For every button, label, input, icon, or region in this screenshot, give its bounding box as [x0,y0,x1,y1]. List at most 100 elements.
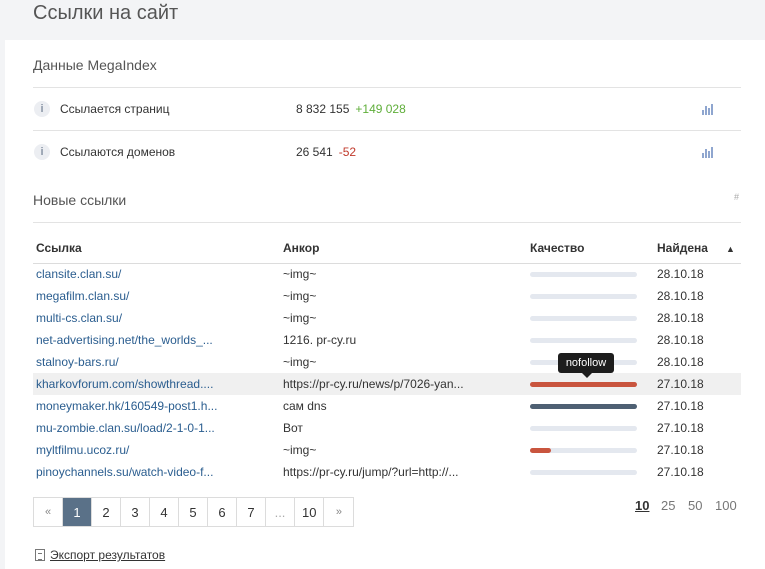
per-page-25[interactable]: 25 [661,498,675,513]
page-title: Ссылки на сайт [33,2,179,24]
link-cell[interactable]: net-advertising.net/the_worlds_... [33,329,280,351]
date-cell: 27.10.18 [654,395,741,417]
link-url[interactable]: multi-cs.clan.su/ [36,311,122,325]
column-header-found[interactable]: Найдена ▲ [654,234,741,264]
date-cell: 28.10.18 [654,351,741,373]
link-url[interactable]: pinoychannels.su/watch-video-f... [36,465,213,479]
table-header-row: Ссылка Анкор Качество Найдена ▲ [33,234,741,264]
file-icon [35,549,45,561]
date-cell: 27.10.18 [654,417,741,439]
per-page-50[interactable]: 50 [688,498,702,513]
quality-bar[interactable] [530,447,637,453]
stat-value: 8 832 155 +149 028 [296,102,406,116]
divider [33,222,741,223]
export-label: Экспорт результатов [50,548,166,562]
page-button[interactable]: 4 [150,498,179,526]
quality-bar[interactable] [530,315,637,321]
date-cell: 27.10.18 [654,373,741,395]
page-button[interactable]: 3 [121,498,150,526]
link-cell[interactable]: myltfilmu.ucoz.ru/ [33,439,280,461]
column-header-quality[interactable]: Качество [527,234,654,264]
link-url[interactable]: net-advertising.net/the_worlds_... [36,333,213,347]
quality-fill [530,403,637,409]
info-icon[interactable]: i [34,101,50,117]
pagination: « 1 2 3 4 5 6 7 ... 10 » [33,497,355,527]
page-button[interactable]: 10 [295,498,325,526]
page-button[interactable]: 1 [63,498,92,526]
anchor-text: https://pr-cy.ru/news/p/7026-yan... [283,377,464,391]
quality-bar[interactable] [530,381,637,387]
sort-asc-icon[interactable]: ▲ [726,244,735,254]
quality-bar[interactable] [530,403,637,409]
divider [33,130,741,131]
per-page-100[interactable]: 100 [715,498,737,513]
stat-number: 8 832 155 [296,102,350,116]
column-header-link[interactable]: Ссылка [33,234,280,264]
anchor-text: ~img~ [283,311,317,325]
megaindex-title: Данные MegaIndex [33,57,157,73]
column-header-label: Найдена [657,241,708,256]
quality-cell [527,329,654,351]
link-cell[interactable]: multi-cs.clan.su/ [33,307,280,329]
divider [33,87,741,88]
stat-value: 26 541 -52 [296,145,356,159]
bar-chart-icon[interactable] [702,146,714,158]
export-results-link[interactable]: Экспорт результатов [35,548,165,562]
anchor-text: сам dns [283,399,327,413]
table-row: kharkovforum.com/showthread.... https://p… [33,373,741,395]
link-cell[interactable]: megafilm.clan.su/ [33,285,280,307]
found-date: 28.10.18 [657,333,704,347]
anchor-text: https://pr-cy.ru/jump/?url=http://... [283,465,459,479]
next-page-button[interactable]: » [324,498,354,526]
date-cell: 27.10.18 [654,461,741,483]
stat-delta: -52 [338,145,357,159]
table-row: mu-zombie.clan.su/load/2-1-0-1... Вот 27.1… [33,417,741,439]
found-date: 28.10.18 [657,289,704,303]
link-url[interactable]: stalnoy-bars.ru/ [36,355,119,369]
date-cell: 28.10.18 [654,285,741,307]
found-date: 27.10.18 [657,421,704,435]
link-url[interactable]: moneymaker.hk/160549-post1.h... [36,399,217,413]
link-cell[interactable]: clansite.clan.su/ [33,263,280,285]
page-button[interactable]: 5 [179,498,208,526]
quality-cell [527,395,654,417]
prev-page-button[interactable]: « [34,498,63,526]
link-url[interactable]: megafilm.clan.su/ [36,289,129,303]
page-button[interactable]: 2 [92,498,121,526]
date-cell: 28.10.18 [654,307,741,329]
quality-bar[interactable] [530,271,637,277]
stat-label: Ссылаются доменов [60,145,176,159]
anchor-text: ~img~ [283,355,317,369]
link-url[interactable]: mu-zombie.clan.su/load/2-1-0-1... [36,421,215,435]
column-header-anchor[interactable]: Анкор [280,234,527,264]
link-cell[interactable]: moneymaker.hk/160549-post1.h... [33,395,280,417]
link-cell[interactable]: kharkovforum.com/showthread.... [33,373,280,395]
stat-delta: +149 028 [355,102,406,116]
quality-bar[interactable] [530,293,637,299]
anchor-cell: ~img~ [280,439,527,461]
bar-chart-icon[interactable] [702,103,714,115]
quality-bar[interactable] [530,337,637,343]
link-url[interactable]: kharkovforum.com/showthread.... [36,377,213,391]
per-page-10[interactable]: 10 [635,498,649,513]
info-icon[interactable]: i [34,144,50,160]
anchor-text: ~img~ [283,267,317,282]
quality-bar[interactable] [530,469,637,475]
link-cell[interactable]: pinoychannels.su/watch-video-f... [33,461,280,483]
found-date: 28.10.18 [657,267,704,282]
anchor-text: Вот [283,421,303,435]
stat-row-domains: i Ссылаются доменов 26 541 -52 [33,139,741,165]
stat-number: 26 541 [296,145,333,159]
link-url[interactable]: myltfilmu.ucoz.ru/ [36,443,129,457]
stat-label: Ссылается страниц [60,102,170,116]
quality-bar[interactable] [530,425,637,431]
page-button[interactable]: 6 [208,498,237,526]
table-row: net-advertising.net/the_worlds_... 1216. … [33,329,741,351]
link-url[interactable]: clansite.clan.su/ [36,267,121,281]
page-button[interactable]: 7 [237,498,266,526]
hash-icon[interactable]: # [734,192,739,202]
link-cell[interactable]: stalnoy-bars.ru/ [33,351,280,373]
anchor-cell: ~img~ [280,351,527,373]
link-cell[interactable]: mu-zombie.clan.su/load/2-1-0-1... [33,417,280,439]
date-cell: 28.10.18 [654,263,741,285]
